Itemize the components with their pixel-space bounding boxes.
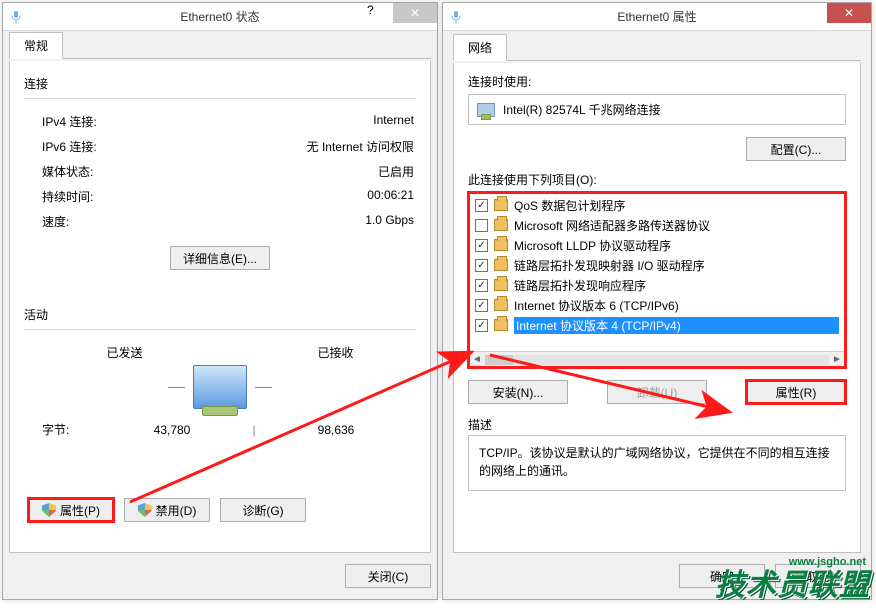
items-listbox[interactable]: QoS 数据包计划程序 Microsoft 网络适配器多路传送器协议 Microso… bbox=[468, 192, 846, 368]
protocol-icon bbox=[494, 219, 508, 231]
checkbox[interactable] bbox=[475, 319, 488, 332]
install-button[interactable]: 安装(N)... bbox=[468, 380, 568, 404]
items-label: 此连接使用下列项目(O): bbox=[468, 171, 846, 188]
status-key: 持续时间: bbox=[42, 188, 93, 205]
protocol-icon bbox=[494, 199, 508, 211]
status-key: 速度: bbox=[42, 213, 69, 230]
list-item[interactable]: QoS 数据包计划程序 bbox=[469, 195, 845, 215]
checkbox[interactable] bbox=[475, 219, 488, 232]
tab-body: 连接 IPv4 连接: Internet IPv6 连接: 无 Internet 访问… bbox=[9, 61, 431, 553]
titlebar[interactable]: Ethernet0 属性 ✕ bbox=[443, 3, 871, 31]
tab-strip: 网络 bbox=[453, 35, 861, 61]
checkbox[interactable] bbox=[475, 279, 488, 292]
description-text: TCP/IP。该协议是默认的广域网络协议，它提供在不同的相互连接的网络上的通讯。 bbox=[468, 435, 846, 491]
status-key: 媒体状态: bbox=[42, 163, 93, 180]
description-label: 描述 bbox=[468, 418, 492, 432]
tab-body: 连接时使用: Intel(R) 82574L 千兆网络连接 配置(C)... 此… bbox=[453, 63, 861, 553]
scroll-thumb[interactable] bbox=[485, 355, 513, 365]
list-item[interactable]: 链路层拓扑发现映射器 I/O 驱动程序 bbox=[469, 255, 845, 275]
protocol-icon bbox=[494, 299, 508, 311]
list-item[interactable]: Microsoft 网络适配器多路传送器协议 bbox=[469, 215, 845, 235]
close-button[interactable]: ✕ bbox=[393, 3, 437, 23]
protocol-icon bbox=[494, 319, 508, 331]
properties-window: Ethernet0 属性 ✕ 网络 连接时使用: Intel(R) 82574L… bbox=[442, 2, 872, 600]
item-label: QoS 数据包计划程序 bbox=[514, 197, 839, 214]
item-label: 链路层拓扑发现映射器 I/O 驱动程序 bbox=[514, 257, 839, 274]
bytes-label: 字节: bbox=[42, 421, 102, 438]
watermark-url: www.jsgho.net bbox=[789, 556, 866, 568]
status-window: Ethernet0 状态 ? ✕ 常规 连接 IPv4 连接: Internet I… bbox=[2, 2, 438, 600]
item-label: Microsoft 网络适配器多路传送器协议 bbox=[514, 217, 839, 234]
shield-icon bbox=[138, 503, 152, 517]
close-button[interactable]: ✕ bbox=[827, 3, 871, 23]
item-properties-button[interactable]: 属性(R) bbox=[746, 380, 846, 404]
titlebar[interactable]: Ethernet0 状态 ? ✕ bbox=[3, 3, 437, 31]
window-title: Ethernet0 属性 bbox=[443, 8, 871, 25]
diagnose-button[interactable]: 诊断(G) bbox=[220, 498, 306, 522]
list-item[interactable]: Internet 协议版本 4 (TCP/IPv4) bbox=[469, 315, 845, 335]
status-value: Internet bbox=[373, 113, 414, 130]
status-value: 00:06:21 bbox=[367, 188, 414, 205]
tab-strip: 常规 bbox=[9, 33, 431, 59]
microphone-icon bbox=[449, 10, 463, 24]
details-button[interactable]: 详细信息(E)... bbox=[170, 246, 270, 270]
group-connection: 连接 bbox=[24, 75, 416, 92]
sent-label: 已发送 bbox=[54, 344, 195, 361]
adapter-name: Intel(R) 82574L 千兆网络连接 bbox=[503, 101, 661, 118]
close-window-button[interactable]: 关闭(C) bbox=[345, 564, 431, 588]
scroll-left-icon[interactable]: ◄ bbox=[469, 353, 485, 367]
protocol-icon bbox=[494, 279, 508, 291]
status-value: 1.0 Gbps bbox=[365, 213, 414, 230]
connect-using-label: 连接时使用: bbox=[468, 75, 531, 89]
status-value: 已启用 bbox=[378, 163, 414, 180]
uninstall-button: 卸载(U) bbox=[607, 380, 707, 404]
status-key: IPv6 连接: bbox=[42, 138, 97, 155]
item-label: Microsoft LLDP 协议驱动程序 bbox=[514, 237, 839, 254]
scroll-right-icon[interactable]: ► bbox=[829, 353, 845, 367]
group-activity: 活动 bbox=[24, 306, 416, 323]
tab-network[interactable]: 网络 bbox=[453, 34, 507, 61]
checkbox[interactable] bbox=[475, 299, 488, 312]
list-item[interactable]: Microsoft LLDP 协议驱动程序 bbox=[469, 235, 845, 255]
list-item[interactable]: 链路层拓扑发现响应程序 bbox=[469, 275, 845, 295]
configure-button[interactable]: 配置(C)... bbox=[746, 137, 846, 161]
microphone-icon bbox=[9, 10, 23, 24]
disable-button[interactable]: 禁用(D) bbox=[124, 498, 210, 522]
adapter-box: Intel(R) 82574L 千兆网络连接 bbox=[468, 94, 846, 125]
status-value: 无 Internet 访问权限 bbox=[307, 138, 414, 155]
shield-icon bbox=[42, 503, 56, 517]
protocol-icon bbox=[494, 239, 508, 251]
item-label: Internet 协议版本 4 (TCP/IPv4) bbox=[514, 317, 839, 334]
checkbox[interactable] bbox=[475, 199, 488, 212]
properties-button[interactable]: 属性(P) bbox=[28, 498, 114, 522]
checkbox[interactable] bbox=[475, 259, 488, 272]
tab-general[interactable]: 常规 bbox=[9, 32, 63, 59]
item-label: Internet 协议版本 6 (TCP/IPv6) bbox=[514, 297, 839, 314]
horizontal-scrollbar[interactable]: ◄ ► bbox=[469, 351, 845, 367]
adapter-icon bbox=[477, 103, 495, 117]
help-button[interactable]: ? bbox=[367, 3, 393, 23]
item-label: 链路层拓扑发现响应程序 bbox=[514, 277, 839, 294]
network-icon bbox=[193, 365, 247, 409]
list-item[interactable]: Internet 协议版本 6 (TCP/IPv6) bbox=[469, 295, 845, 315]
checkbox[interactable] bbox=[475, 239, 488, 252]
recv-label: 已接收 bbox=[265, 344, 406, 361]
recv-bytes: 98,636 bbox=[266, 423, 406, 437]
status-key: IPv4 连接: bbox=[42, 113, 97, 130]
sent-bytes: 43,780 bbox=[102, 423, 242, 437]
protocol-icon bbox=[494, 259, 508, 271]
